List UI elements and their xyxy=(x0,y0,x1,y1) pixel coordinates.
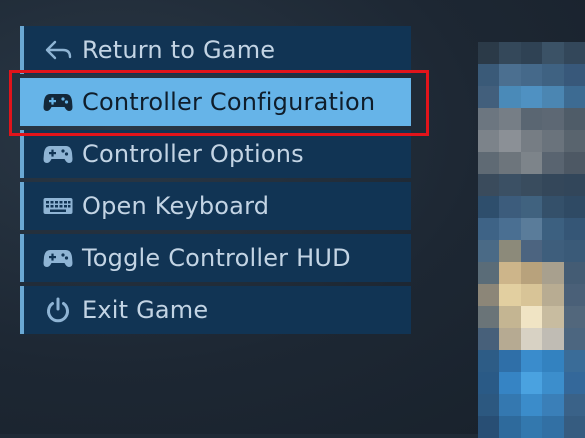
menu-item-label: Return to Game xyxy=(82,36,276,64)
menu-item-exit-game[interactable]: Exit Game xyxy=(20,286,411,334)
gamepad-icon xyxy=(41,88,75,116)
game-backdrop xyxy=(478,42,585,438)
gamepad-icon xyxy=(41,244,75,272)
return-arrow-icon xyxy=(41,36,75,64)
menu-item-controller-options[interactable]: Controller Options xyxy=(20,130,411,178)
menu-item-label: Toggle Controller HUD xyxy=(82,244,351,272)
menu-item-label: Controller Options xyxy=(82,140,304,168)
gamepad-icon xyxy=(41,140,75,168)
keyboard-icon xyxy=(41,192,75,220)
menu-item-label: Controller Configuration xyxy=(82,88,376,116)
quick-menu: Return to Game Controller Configuration xyxy=(20,26,411,338)
menu-item-return-to-game[interactable]: Return to Game xyxy=(20,26,411,74)
menu-item-label: Open Keyboard xyxy=(82,192,270,220)
menu-item-controller-configuration[interactable]: Controller Configuration xyxy=(20,78,411,126)
menu-item-open-keyboard[interactable]: Open Keyboard xyxy=(20,182,411,230)
power-icon xyxy=(41,296,75,324)
menu-item-label: Exit Game xyxy=(82,296,209,324)
menu-item-toggle-controller-hud[interactable]: Toggle Controller HUD xyxy=(20,234,411,282)
